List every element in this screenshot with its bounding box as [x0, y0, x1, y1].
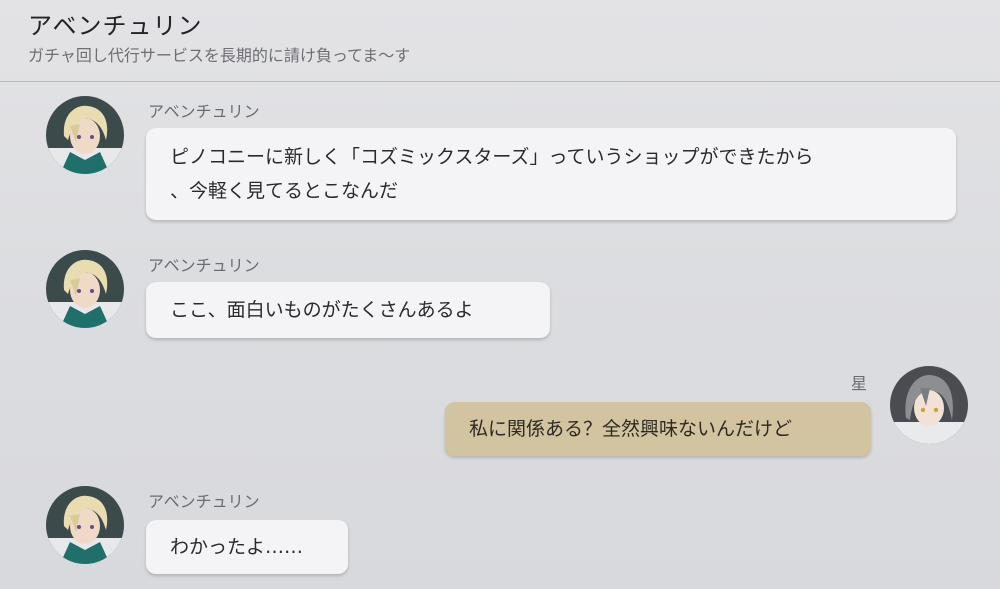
message-bubble[interactable]: わかったよ…… — [146, 520, 348, 574]
sender-name: 星 — [851, 374, 868, 393]
chat-title: アベンチュリン — [28, 12, 203, 40]
sender-name: アベンチュリン — [148, 256, 260, 275]
message-text: ここ、面白いものがたくさんあるよ — [170, 299, 474, 321]
avatar-aventurine[interactable] — [46, 486, 124, 564]
message-text: わかったよ…… — [170, 536, 304, 558]
message-bubble[interactable]: ここ、面白いものがたくさんあるよ — [146, 282, 550, 338]
avatar-stelle[interactable] — [890, 366, 968, 444]
message-bubble-outgoing[interactable]: 私に関係ある？全然興味ないんだけど — [445, 402, 871, 456]
stelle-portrait-icon — [890, 366, 968, 444]
message-text: 、今軽く見てるとこなんだ — [170, 180, 399, 202]
sender-name: アベンチュリン — [148, 492, 260, 511]
message-bubble[interactable]: ピノコニーに新しく「コズミックスターズ」っていうショップができたから 、今軽く見… — [146, 128, 956, 220]
chat-subtitle: ガチャ回し代行サービスを長期的に請け負ってま〜す — [28, 46, 411, 65]
sender-name: アベンチュリン — [148, 102, 260, 121]
aventurine-portrait-icon — [46, 486, 124, 564]
aventurine-portrait-icon — [46, 250, 124, 328]
avatar-aventurine[interactable] — [46, 96, 124, 174]
avatar-aventurine[interactable] — [46, 250, 124, 328]
message-text: 私に関係ある？全然興味ないんだけど — [469, 418, 793, 440]
chat-header: アベンチュリン ガチャ回し代行サービスを長期的に請け負ってま〜す — [0, 0, 1000, 82]
aventurine-portrait-icon — [46, 96, 124, 174]
message-text: ピノコニーに新しく「コズミックスターズ」っていうショップができたから — [170, 146, 814, 168]
